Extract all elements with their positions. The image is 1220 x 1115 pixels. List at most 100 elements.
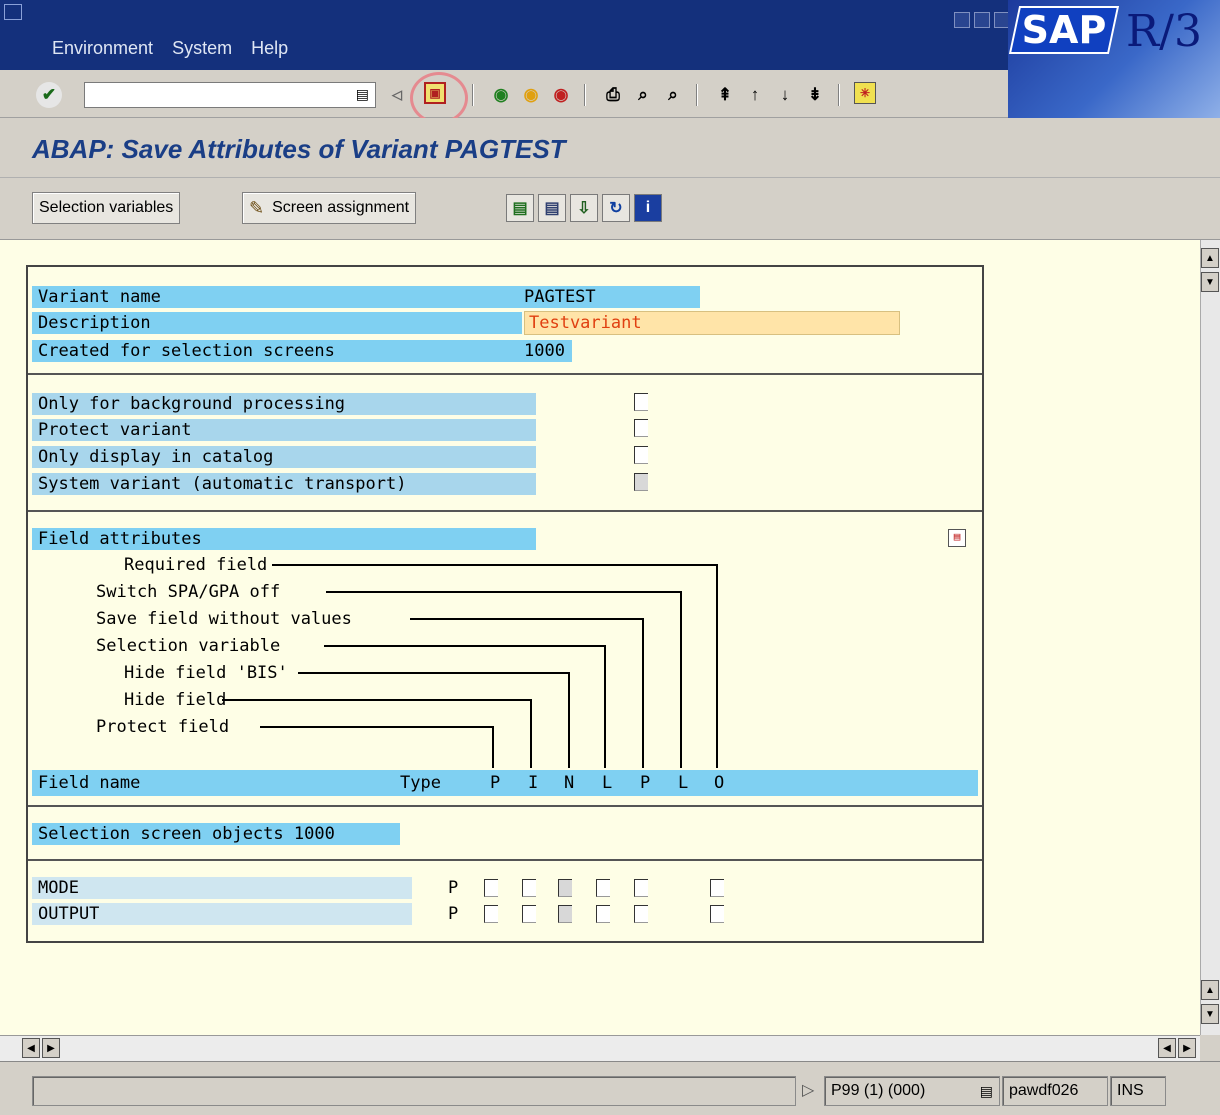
scroll-down-icon[interactable]: ▼: [1201, 272, 1219, 292]
status-expand-icon[interactable]: ▷: [802, 1080, 814, 1100]
cancel-icon[interactable]: ◉: [548, 82, 574, 108]
output-hide-bis-checkbox: [558, 905, 572, 923]
scroll-right-icon[interactable]: ▶: [42, 1038, 60, 1058]
selection-variables-button[interactable]: Selection variables: [32, 192, 181, 224]
mode-save-without-values-checkbox[interactable]: [634, 879, 648, 897]
command-history-icon[interactable]: ▤: [356, 86, 369, 103]
attr-required-field: Required field: [124, 555, 268, 575]
scroll-down-icon-lower[interactable]: ▼: [1201, 1004, 1219, 1024]
import-icon[interactable]: ⇩: [570, 194, 598, 222]
insert-mode[interactable]: INS: [1110, 1076, 1166, 1106]
header-col-n: N: [564, 773, 575, 793]
scroll-right-icon-right[interactable]: ▶: [1178, 1038, 1196, 1058]
mode-hide-checkbox[interactable]: [522, 879, 536, 897]
field-attributes-title: Field attributes: [32, 528, 536, 550]
object-row-mode-name: MODE: [32, 877, 412, 899]
menu-bar: Environment System Help: [52, 38, 302, 59]
option-catalog-label: Only display in catalog: [32, 446, 536, 468]
header-type: Type: [400, 773, 441, 793]
column-settings-icon[interactable]: ▤: [948, 529, 966, 547]
scroll-left-icon[interactable]: ◀: [22, 1038, 40, 1058]
exit-icon[interactable]: ◉: [518, 82, 544, 108]
attr-save-without-values: Save field without values: [96, 609, 352, 629]
scroll-up-icon[interactable]: ▲: [1201, 248, 1219, 268]
previous-page-icon[interactable]: ↑: [742, 82, 768, 108]
header-col-p1: P: [490, 773, 501, 793]
save-highlight-circle: [410, 72, 468, 124]
last-page-icon[interactable]: ⇟: [802, 82, 828, 108]
vertical-scrollbar[interactable]: ▲ ▼ ▲ ▼: [1200, 240, 1220, 1035]
header-col-l1: L: [602, 773, 613, 793]
back-icon[interactable]: ◉: [488, 82, 514, 108]
r3-logo: R/3: [1126, 6, 1202, 57]
maximize-icon[interactable]: [974, 12, 990, 28]
mode-required-checkbox[interactable]: [710, 879, 724, 897]
pencil-icon: ✎: [249, 197, 265, 218]
select-all-icon[interactable]: ▤: [506, 194, 534, 222]
customize-layout-icon[interactable]: ✳: [854, 82, 876, 104]
window-menu-icon[interactable]: [4, 4, 22, 20]
output-required-checkbox[interactable]: [710, 905, 724, 923]
selection-variables-label: Selection variables: [39, 199, 174, 216]
screen-assignment-label: Screen assignment: [272, 199, 410, 216]
attr-protect-field: Protect field: [96, 717, 230, 737]
info-icon[interactable]: i: [634, 194, 662, 222]
output-protect-checkbox[interactable]: [484, 905, 498, 923]
find-next-icon[interactable]: ⌕: [660, 82, 686, 108]
header-field-name: Field name: [38, 773, 141, 793]
application-toolbar: Selection variables ✎ Screen assignment …: [0, 178, 1220, 240]
menu-environment[interactable]: Environment: [52, 38, 153, 58]
back-arrow-icon[interactable]: ◁: [384, 82, 410, 108]
output-save-without-values-checkbox[interactable]: [634, 905, 648, 923]
server-name: pawdf026: [1002, 1076, 1108, 1106]
variant-attributes-frame: Variant name PAGTEST Description Testvar…: [26, 265, 984, 943]
option-background-checkbox[interactable]: [634, 393, 648, 411]
scroll-up-icon-lower[interactable]: ▲: [1201, 980, 1219, 1000]
mode-protect-checkbox[interactable]: [484, 879, 498, 897]
header-col-o: O: [714, 773, 725, 793]
selection-screens-label: Created for selection screens: [32, 340, 572, 362]
option-catalog-checkbox[interactable]: [634, 446, 648, 464]
variant-name-label: Variant name: [32, 286, 700, 308]
option-system-variant-checkbox: [634, 473, 648, 491]
description-field[interactable]: Testvariant: [524, 311, 900, 335]
deselect-all-icon[interactable]: ▤: [538, 194, 566, 222]
print-icon[interactable]: ⎙: [600, 82, 626, 108]
attr-switch-spa-gpa: Switch SPA/GPA off: [96, 582, 281, 602]
minimize-icon[interactable]: [954, 12, 970, 28]
next-page-icon[interactable]: ↓: [772, 82, 798, 108]
find-icon[interactable]: ⌕: [630, 82, 656, 108]
header-col-i: I: [528, 773, 539, 793]
page-title: ABAP: Save Attributes of Variant PAGTEST: [32, 134, 566, 164]
refresh-icon[interactable]: ↻: [602, 194, 630, 222]
object-row-output-name: OUTPUT: [32, 903, 412, 925]
output-selection-variable-checkbox[interactable]: [596, 905, 610, 923]
mode-selection-variable-checkbox[interactable]: [596, 879, 610, 897]
first-page-icon[interactable]: ⇞: [712, 82, 738, 108]
object-row-mode-type: P: [448, 878, 459, 898]
scroll-left-icon-right[interactable]: ◀: [1158, 1038, 1176, 1058]
selection-screens-value: 1000: [524, 341, 565, 361]
menu-help[interactable]: Help: [251, 38, 288, 58]
option-system-variant-label: System variant (automatic transport): [32, 473, 536, 495]
mode-hide-bis-checkbox: [558, 879, 572, 897]
selection-objects-title: Selection screen objects 1000: [32, 823, 400, 845]
attr-hide-field: Hide field: [124, 690, 227, 710]
menu-system[interactable]: System: [172, 38, 232, 58]
horizontal-scrollbar[interactable]: ◀ ▶ ◀ ▶: [0, 1035, 1200, 1061]
header-col-p2: P: [640, 773, 651, 793]
option-background-label: Only for background processing: [32, 393, 536, 415]
option-protect-checkbox[interactable]: [634, 419, 648, 437]
output-hide-checkbox[interactable]: [522, 905, 536, 923]
system-info[interactable]: P99 (1) (000) ▤: [824, 1076, 1000, 1106]
sap-logo-area: SAP R/3: [1008, 0, 1220, 118]
command-field[interactable]: ▤: [84, 82, 376, 108]
status-message-area: [32, 1076, 796, 1106]
system-list-icon[interactable]: ▤: [980, 1077, 993, 1105]
variant-name-value: PAGTEST: [524, 287, 596, 307]
attr-selection-variable: Selection variable: [96, 636, 281, 656]
screen-assignment-button[interactable]: ✎ Screen assignment: [242, 192, 417, 224]
enter-icon[interactable]: ✔: [36, 82, 62, 108]
status-bar: ▷ P99 (1) (000) ▤ pawdf026 INS: [0, 1061, 1220, 1115]
field-list-header: Field name Type P I N L P L O: [32, 770, 978, 796]
